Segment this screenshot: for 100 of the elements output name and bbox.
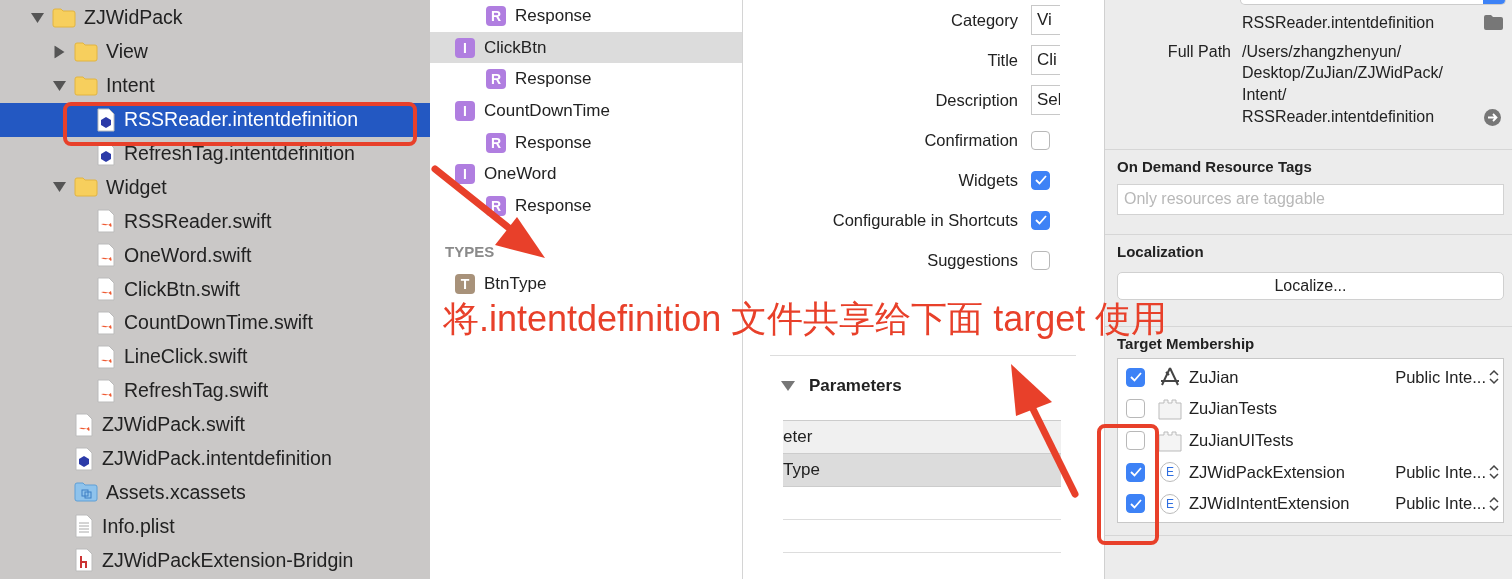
checkbox[interactable] xyxy=(1126,462,1145,482)
swift-file-icon xyxy=(96,209,116,234)
intent-file-icon xyxy=(74,446,94,471)
file-name: RSSReader.intentdefinition xyxy=(1242,13,1436,33)
letter-badge-icon: R xyxy=(486,69,506,90)
target-name: ZJWidIntentExtension xyxy=(1189,494,1350,514)
access-popup[interactable]: Public Inte... xyxy=(1395,494,1499,514)
disclosure-triangle-icon[interactable] xyxy=(52,181,66,194)
file-tree-item[interactable]: CountDownTime.swift xyxy=(0,306,430,340)
target-name: ZuJianTests xyxy=(1189,399,1278,419)
target-name: ZuJianUITests xyxy=(1189,431,1294,450)
parameter-row[interactable]: eter xyxy=(783,421,1061,454)
section-title: On Demand Resource Tags xyxy=(1117,156,1313,177)
intent-list-item[interactable]: R Response xyxy=(430,190,742,222)
bundle-icon xyxy=(1158,429,1182,452)
file-tree-item[interactable]: LineClick.swift xyxy=(0,339,430,374)
annotation-text: 将.intentdefinition 文件共享给下面 target 使用 xyxy=(443,297,1168,339)
file-tree-item[interactable]: ClickBtn.swift xyxy=(0,272,430,306)
disclosure-triangle-icon[interactable] xyxy=(52,79,66,92)
disclosure-triangle-icon[interactable] xyxy=(781,380,795,392)
field-label: Category xyxy=(950,10,1018,30)
checkbox[interactable] xyxy=(1126,494,1145,514)
intent-list-item[interactable]: R Response xyxy=(430,63,742,96)
file-tree-item[interactable]: Widget xyxy=(0,170,430,205)
folder-icon[interactable] xyxy=(1484,15,1503,31)
check-icon xyxy=(1129,498,1142,509)
swift-file-icon xyxy=(96,277,116,302)
section-title: Parameters xyxy=(809,376,902,396)
folder-icon xyxy=(74,75,98,96)
check-icon xyxy=(1034,175,1047,185)
intent-list-item[interactable]: R Response xyxy=(430,126,742,159)
intent-file-icon xyxy=(96,107,116,132)
file-tree-item[interactable]: RSSReader.swift xyxy=(0,204,430,239)
section-header: TYPES xyxy=(444,241,496,262)
field-label: Description xyxy=(934,90,1018,110)
folder-icon xyxy=(52,7,76,28)
file-tree-item[interactable]: ZJWidPack.intentdefinition xyxy=(0,441,430,476)
file-tree-item[interactable]: RefreshTag.intentdefinition xyxy=(0,136,430,171)
up-down-chevron-icon xyxy=(1489,369,1499,386)
swift-file-icon xyxy=(96,243,116,268)
intent-list-item[interactable]: I OneWord xyxy=(430,158,742,191)
letter-badge-icon: I xyxy=(455,164,475,185)
text-field[interactable]: Cli xyxy=(1031,45,1060,75)
intent-list-item[interactable]: R Response xyxy=(430,0,742,32)
checkbox[interactable] xyxy=(1031,210,1050,230)
field-label: Full Path xyxy=(1166,41,1231,62)
file-tree-item[interactable]: RefreshTag.swift xyxy=(0,373,430,408)
intent-list-item[interactable]: I CountDownTime xyxy=(430,95,742,127)
checkbox[interactable] xyxy=(1126,431,1145,450)
file-tree-item[interactable]: Intent xyxy=(0,68,430,103)
extension-icon: E xyxy=(1160,493,1180,514)
intent-list-item[interactable]: I ClickBtn xyxy=(430,31,742,64)
file-tree-item[interactable]: Info.plist xyxy=(0,509,430,544)
field-label: Configurable in Shortcuts xyxy=(831,210,1018,230)
extension-icon: E xyxy=(1160,462,1180,483)
disclosure-triangle-icon[interactable] xyxy=(30,11,44,24)
folder-icon xyxy=(74,41,98,62)
swift-file-icon xyxy=(74,412,94,437)
text-field[interactable]: Sel xyxy=(1031,85,1060,115)
bundle-icon xyxy=(1158,397,1182,420)
access-popup[interactable]: Public Inte... xyxy=(1395,367,1499,387)
popup-field[interactable] xyxy=(1240,0,1506,5)
localize-button[interactable]: Localize... xyxy=(1117,271,1504,300)
up-down-chevron-icon xyxy=(1489,464,1499,481)
folder-icon xyxy=(74,177,98,198)
plist-file-icon xyxy=(74,514,94,539)
file-tree-item[interactable]: OneWord.swift xyxy=(0,238,430,273)
file-tree-item[interactable]: View xyxy=(0,34,430,69)
check-icon xyxy=(1129,372,1142,383)
folder-icon xyxy=(74,482,98,503)
checkbox[interactable] xyxy=(1126,399,1145,419)
field-label: Widgets xyxy=(957,170,1018,190)
parameter-row[interactable]: Type xyxy=(783,454,1061,487)
checkbox[interactable] xyxy=(1031,250,1050,270)
field-label: Title xyxy=(986,50,1018,70)
target-name: ZJWidPackExtension xyxy=(1189,462,1345,482)
text-field[interactable]: Vi xyxy=(1031,5,1060,35)
field-label: Confirmation xyxy=(923,130,1018,150)
checkbox[interactable] xyxy=(1031,130,1050,150)
type-list-item[interactable]: T BtnType xyxy=(430,267,742,300)
disclosure-triangle-icon[interactable] xyxy=(53,45,65,59)
header-file-icon xyxy=(74,548,94,573)
check-icon xyxy=(1034,215,1047,225)
checkbox[interactable] xyxy=(1031,170,1050,190)
up-down-chevron-icon xyxy=(1489,495,1499,512)
letter-badge-icon: R xyxy=(486,5,506,26)
letter-badge-icon: I xyxy=(455,100,475,121)
arrow-circle-icon[interactable] xyxy=(1484,108,1501,126)
section-title: Localization xyxy=(1117,241,1205,262)
file-tree-item[interactable]: ZJWidPack xyxy=(0,1,430,35)
swift-file-icon xyxy=(96,310,116,335)
file-tree-item[interactable]: Assets.xcassets xyxy=(0,475,430,510)
checkbox[interactable] xyxy=(1126,367,1145,387)
file-tree-item[interactable]: ZJWidPack.swift xyxy=(0,407,430,442)
letter-badge-icon: T xyxy=(455,273,475,294)
swift-file-icon xyxy=(96,378,116,403)
tags-field[interactable]: Only resources are taggable xyxy=(1117,183,1504,215)
file-tree-item[interactable]: ZJWidPackExtension-Bridgin xyxy=(0,543,430,578)
target-name: ZuJian xyxy=(1189,367,1239,387)
access-popup[interactable]: Public Inte... xyxy=(1395,462,1499,482)
